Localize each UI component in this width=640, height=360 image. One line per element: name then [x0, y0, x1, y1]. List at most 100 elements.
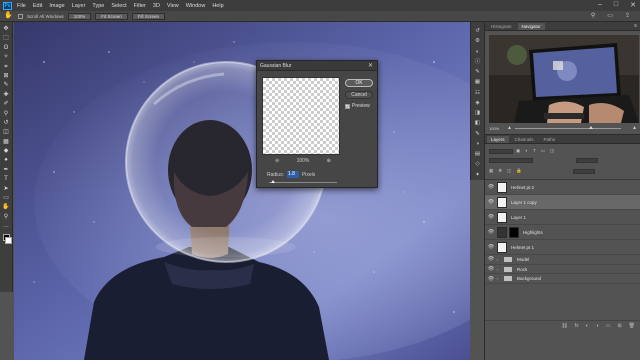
fill-screen-button[interactable]: Fill Screen	[131, 12, 166, 20]
mask-icon[interactable]: ◐	[586, 323, 589, 329]
layer-group-row[interactable]: 👁 › Model	[485, 255, 640, 265]
new-layer-icon[interactable]: ⊞	[617, 323, 621, 329]
color-icon[interactable]: ◑	[474, 139, 482, 149]
history-icon[interactable]: ↺	[474, 26, 482, 36]
adjust-icon[interactable]: ◐	[474, 47, 482, 57]
layer-row[interactable]: 👁 Helmet pt 2	[485, 180, 640, 195]
pen-icon[interactable]: ✒	[2, 166, 11, 175]
dialog-close-icon[interactable]: ✕	[368, 62, 373, 69]
tab-layers[interactable]: Layers	[487, 136, 509, 143]
lock-all-icon[interactable]: 🔒	[516, 168, 522, 174]
layer-kind-filter[interactable]	[489, 148, 513, 154]
fx-icon[interactable]: fx	[575, 323, 579, 329]
smart-filter-icon[interactable]: ◫	[550, 148, 554, 154]
dodge-icon[interactable]: ●	[2, 156, 11, 165]
tab-paths[interactable]: Paths	[540, 136, 560, 143]
radius-input[interactable]: 1.8	[286, 171, 299, 178]
zoom-in-icon[interactable]: ⊕	[327, 158, 331, 164]
marquee-icon[interactable]: ⬚	[2, 34, 11, 43]
more-icon[interactable]: …	[2, 222, 11, 231]
document-canvas[interactable]	[14, 22, 470, 360]
blend-mode-select[interactable]	[489, 158, 533, 163]
properties-icon[interactable]: ⚙	[474, 36, 482, 46]
preview-checkbox[interactable]: ✓	[345, 103, 350, 109]
type-icon[interactable]: T	[2, 175, 11, 184]
adjustment-filter-icon[interactable]: ◐	[525, 148, 528, 154]
eye-icon[interactable]: 👁	[485, 184, 497, 190]
magic-wand-icon[interactable]: ✧	[2, 53, 11, 62]
swatches-icon[interactable]: ▦	[474, 77, 482, 87]
close-button[interactable]: ✕	[630, 1, 636, 9]
eye-icon[interactable]: 👁	[485, 256, 497, 262]
layer-group-row[interactable]: 👁 › Rock	[485, 265, 640, 275]
blur-icon[interactable]: ◆	[2, 147, 11, 156]
trash-icon[interactable]: 🗑	[629, 323, 635, 329]
ok-button[interactable]: OK	[345, 79, 373, 87]
menu-view[interactable]: View	[167, 3, 179, 9]
chevron-right-icon[interactable]: ›	[497, 267, 502, 272]
scroll-all-checkbox[interactable]	[18, 13, 23, 19]
lock-artboard-icon[interactable]: ◫	[507, 168, 511, 174]
lock-pixels-icon[interactable]: ▦	[489, 168, 493, 174]
type-filter-icon[interactable]: T	[533, 148, 536, 154]
stamp-icon[interactable]: ⚲	[2, 110, 11, 119]
opacity-field[interactable]	[576, 158, 598, 163]
brush-icon[interactable]: ✐	[2, 100, 11, 109]
eye-icon[interactable]: 👁	[485, 276, 497, 282]
chevron-right-icon[interactable]: ›	[497, 276, 502, 281]
share-icon[interactable]: ⇪	[625, 12, 630, 19]
libraries-icon[interactable]: ☷	[474, 88, 482, 98]
tab-channels[interactable]: Channels	[511, 136, 538, 143]
radius-slider[interactable]	[269, 180, 337, 183]
menu-3d[interactable]: 3D	[153, 3, 160, 9]
path-select-icon[interactable]: ➤	[2, 185, 11, 194]
folder-icon[interactable]: ▭	[606, 323, 611, 329]
minimize-button[interactable]: –	[598, 1, 602, 9]
paths-icon[interactable]: ✎	[474, 129, 482, 139]
eraser-icon[interactable]: ◫	[2, 128, 11, 137]
layer-row[interactable]: 👁 Layer 1 copy	[485, 195, 640, 210]
menu-layer[interactable]: Layer	[72, 3, 86, 9]
search-icon[interactable]: ⚲	[591, 12, 595, 19]
frame-icon[interactable]: ⊠	[2, 72, 11, 81]
layer-group-row[interactable]: 👁 › Background	[485, 274, 640, 285]
eye-icon[interactable]: 👁	[485, 199, 497, 205]
hand-icon[interactable]: ✋	[2, 203, 11, 212]
zoom-out-icon[interactable]: ▲	[507, 125, 512, 131]
hand-icon[interactable]: ✋	[4, 12, 14, 20]
adjustment-icon[interactable]: ◑	[596, 323, 599, 329]
layers-icon[interactable]: ◨	[474, 108, 482, 118]
move-icon[interactable]: ✥	[2, 25, 11, 34]
brush-settings-icon[interactable]: ✎	[474, 67, 482, 77]
lasso-icon[interactable]: ʘ	[2, 44, 11, 53]
zoom-icon[interactable]: ⚲	[2, 213, 11, 222]
eye-icon[interactable]: 👁	[485, 244, 497, 250]
navigator-thumbnail[interactable]	[489, 35, 639, 123]
history-brush-icon[interactable]: ↺	[2, 119, 11, 128]
patterns-icon[interactable]: ◇	[474, 159, 482, 169]
zoom-in-icon[interactable]: ▲	[632, 125, 637, 131]
3d-icon[interactable]: ◈	[474, 98, 482, 108]
maximize-button[interactable]: □	[614, 1, 618, 9]
layer-row[interactable]: 👁 Layer 1	[485, 210, 640, 225]
menu-type[interactable]: Type	[92, 3, 104, 9]
blur-preview-area[interactable]	[262, 77, 340, 155]
eye-icon[interactable]: 👁	[485, 266, 497, 272]
tab-histogram[interactable]: Histogram	[487, 23, 516, 30]
channels-icon[interactable]: ◧	[474, 118, 482, 128]
menu-filter[interactable]: Filter	[134, 3, 146, 9]
zoom-out-icon[interactable]: ⊖	[275, 158, 279, 164]
fit-screen-button[interactable]: Fit Screen	[95, 12, 128, 20]
menu-file[interactable]: File	[17, 3, 26, 9]
shape-icon[interactable]: ▭	[2, 194, 11, 203]
navigator-zoom-slider[interactable]	[515, 128, 621, 129]
crop-icon[interactable]: ⌗	[2, 63, 11, 72]
styles-icon[interactable]: ✦	[474, 170, 482, 180]
menu-select[interactable]: Select	[111, 3, 126, 9]
menu-help[interactable]: Help	[212, 3, 223, 9]
eye-icon[interactable]: 👁	[485, 214, 497, 220]
gradients-icon[interactable]: ▤	[474, 149, 482, 159]
zoom-100-button[interactable]: 100%	[67, 12, 92, 20]
layer-row[interactable]: 👁 Helmet pt 1	[485, 240, 640, 255]
lock-position-icon[interactable]: ✥	[498, 168, 502, 174]
